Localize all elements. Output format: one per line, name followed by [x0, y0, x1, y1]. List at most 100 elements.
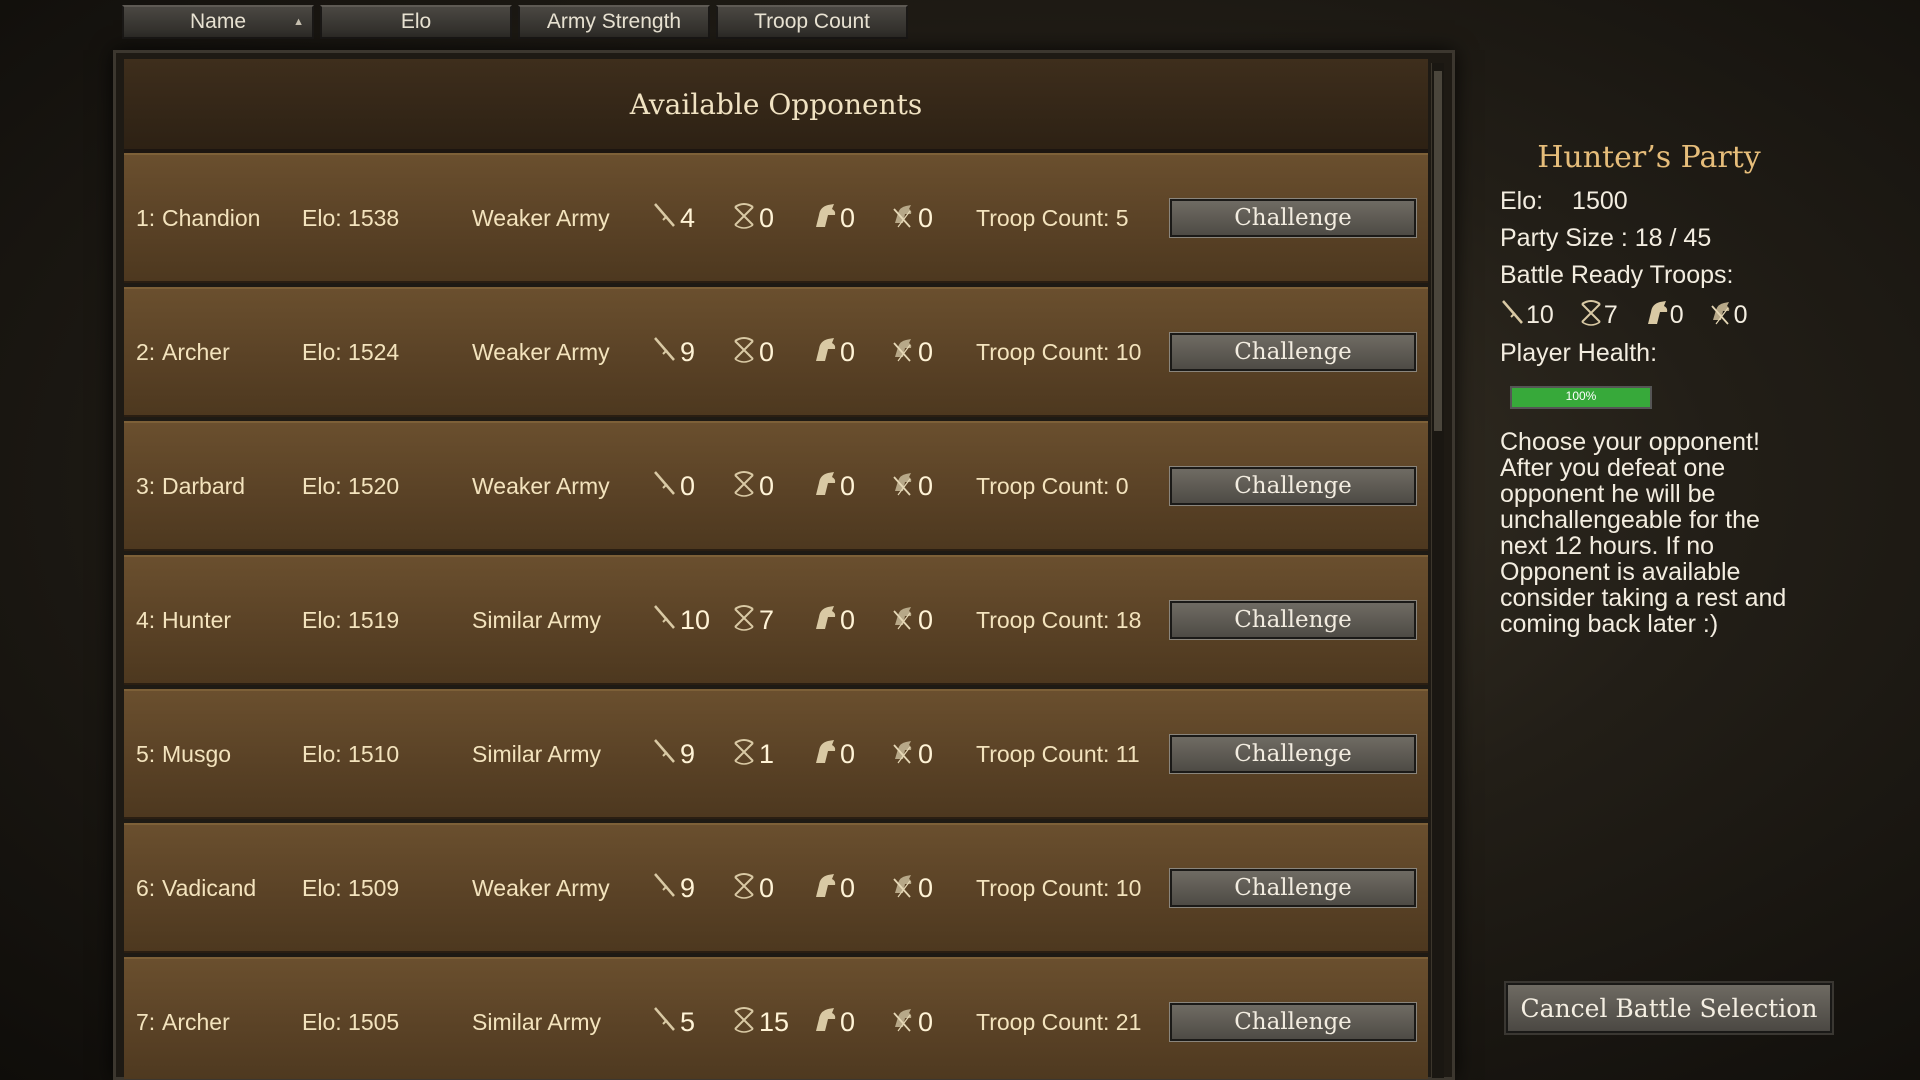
opponent-elo: Elo: 1510 — [302, 740, 400, 767]
opponent-elo: Elo: 1519 — [302, 606, 400, 633]
cavalry-count: 0 — [810, 603, 855, 638]
horse-archer-count: 0 — [890, 1005, 933, 1040]
horse-head-icon — [810, 335, 840, 370]
challenge-button[interactable]: Challenge — [1169, 734, 1417, 774]
infantry-count-value: 0 — [680, 470, 696, 501]
sort-tab-troop-count[interactable]: Troop Count — [716, 5, 908, 39]
party-cavalry: 0 — [1642, 298, 1684, 333]
horse-archer-count-value: 0 — [918, 872, 934, 903]
opponent-elo: Elo: 1538 — [302, 204, 400, 231]
infantry-count-value: 9 — [680, 738, 696, 769]
opponents-panel: Available Opponents 1: Chandion Elo: 153… — [113, 50, 1455, 1080]
cavalry-count-value: 0 — [840, 470, 856, 501]
horse-archer-count-value: 0 — [918, 470, 934, 501]
party-infantry: 10 — [1500, 298, 1554, 333]
infantry-count: 9 — [652, 335, 695, 370]
archer-count-value: 0 — [759, 470, 775, 501]
party-infantry-count: 10 — [1526, 301, 1554, 329]
cavalry-count: 0 — [810, 469, 855, 504]
sort-tab-label: Elo — [400, 10, 432, 33]
infantry-count-value: 10 — [680, 604, 711, 635]
horse-archer-count-value: 0 — [918, 604, 934, 635]
party-title: Hunter’s Party — [1537, 140, 1761, 175]
challenge-button[interactable]: Challenge — [1169, 600, 1417, 640]
horse-head-icon — [1642, 298, 1670, 333]
horse-head-icon — [810, 603, 840, 638]
bow-icon — [731, 201, 759, 236]
cavalry-count: 0 — [810, 1005, 855, 1040]
horse-archer-icon — [890, 1005, 918, 1040]
elo-label: Elo: — [1500, 187, 1544, 215]
infantry-count: 0 — [652, 469, 695, 504]
scrollbar[interactable] — [1431, 63, 1444, 1078]
army-strength: Weaker Army — [472, 472, 610, 499]
opponent-row: 4: Hunter Elo: 1519 Similar Army 10 7 0 … — [124, 555, 1428, 685]
party-archers: 7 — [1578, 298, 1618, 333]
sword-icon — [652, 871, 680, 906]
opponent-elo: Elo: 1520 — [302, 472, 400, 499]
party-size: Party Size : 18 / 45 — [1500, 224, 1712, 252]
opponent-index: 7: — [136, 1008, 156, 1035]
challenge-button[interactable]: Challenge — [1169, 332, 1417, 372]
cavalry-count: 0 — [810, 871, 855, 906]
archer-count: 7 — [731, 603, 774, 638]
cancel-battle-selection-button[interactable]: Cancel Battle Selection — [1504, 981, 1834, 1035]
archer-count: 0 — [731, 335, 774, 370]
horse-archer-icon — [890, 871, 918, 906]
opponent-index: 2: — [136, 338, 156, 365]
horse-archer-count: 0 — [890, 469, 933, 504]
cavalry-count-value: 0 — [840, 604, 856, 635]
challenge-button[interactable]: Challenge — [1169, 1002, 1417, 1042]
horse-head-icon — [810, 1005, 840, 1040]
opponent-rows: 1: Chandion Elo: 1538 Weaker Army 4 0 0 … — [124, 153, 1428, 1079]
horse-archer-count-value: 0 — [918, 738, 934, 769]
archer-count-value: 1 — [759, 738, 775, 769]
cavalry-count-value: 0 — [840, 1006, 856, 1037]
bow-icon — [731, 603, 759, 638]
horse-archer-count-value: 0 — [918, 1006, 934, 1037]
horse-archer-count: 0 — [890, 335, 933, 370]
sort-tabs: Name ▲ Elo Army Strength Troop Count — [122, 5, 908, 39]
infantry-count: 10 — [652, 603, 710, 638]
sword-icon — [652, 1005, 680, 1040]
sort-tab-army-strength[interactable]: Army Strength — [518, 5, 710, 39]
opponent-name: Archer — [162, 1008, 230, 1035]
opponent-name: Vadicand — [162, 874, 257, 901]
challenge-button[interactable]: Challenge — [1169, 198, 1417, 238]
instructions-text: Choose your opponent! After you defeat o… — [1500, 428, 1787, 638]
cavalry-count-value: 0 — [840, 872, 856, 903]
opponent-list: Available Opponents 1: Chandion Elo: 153… — [124, 59, 1428, 1079]
opponent-elo: Elo: 1505 — [302, 1008, 400, 1035]
party-elo: Elo: 1500 — [1500, 183, 1800, 220]
infantry-count-value: 4 — [680, 202, 696, 233]
sort-tab-elo[interactable]: Elo — [320, 5, 512, 39]
opponent-row: 7: Archer Elo: 1505 Similar Army 5 15 0 … — [124, 957, 1428, 1079]
army-strength: Weaker Army — [472, 338, 610, 365]
opponent-row: 1: Chandion Elo: 1538 Weaker Army 4 0 0 … — [124, 153, 1428, 283]
troop-count: Troop Count: 5 — [976, 204, 1129, 231]
horse-archer-count-value: 0 — [918, 336, 934, 367]
archer-count-value: 0 — [759, 336, 775, 367]
horse-archer-icon — [890, 737, 918, 772]
bow-icon — [731, 737, 759, 772]
challenge-button[interactable]: Challenge — [1169, 868, 1417, 908]
troop-count: Troop Count: 21 — [976, 1008, 1142, 1035]
archer-count: 0 — [731, 469, 774, 504]
sword-icon — [652, 201, 680, 236]
cavalry-count: 0 — [810, 201, 855, 236]
archer-count-value: 0 — [759, 202, 775, 233]
scrollbar-thumb[interactable] — [1434, 71, 1442, 431]
army-strength: Similar Army — [472, 606, 602, 633]
horse-archer-count: 0 — [890, 737, 933, 772]
opponent-row: 2: Archer Elo: 1524 Weaker Army 9 0 0 0 … — [124, 287, 1428, 417]
challenge-button[interactable]: Challenge — [1169, 466, 1417, 506]
opponent-name: Hunter — [162, 606, 232, 633]
opponent-name: Darbard — [162, 472, 246, 499]
troop-count: Troop Count: 11 — [976, 740, 1140, 767]
health-percent: 100% — [1565, 389, 1597, 403]
horse-archer-icon — [890, 469, 918, 504]
army-strength: Weaker Army — [472, 204, 610, 231]
sort-tab-name[interactable]: Name ▲ — [122, 5, 314, 39]
opponent-elo: Elo: 1524 — [302, 338, 400, 365]
sword-icon — [652, 737, 680, 772]
